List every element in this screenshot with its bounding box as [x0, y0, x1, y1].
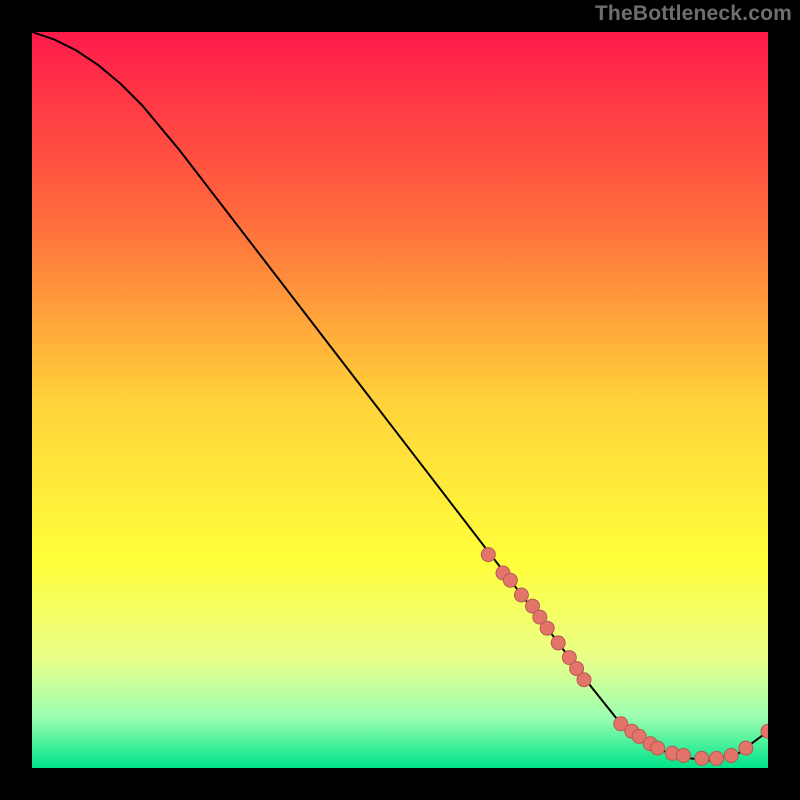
chart-marker: [551, 636, 565, 650]
chart-marker: [514, 588, 528, 602]
chart-svg: [32, 32, 768, 768]
chart-marker: [676, 749, 690, 763]
chart-marker: [695, 751, 709, 765]
chart-marker: [651, 741, 665, 755]
watermark-text: TheBottleneck.com: [595, 2, 792, 26]
plot-area: [32, 32, 768, 768]
chart-container: TheBottleneck.com: [0, 0, 800, 800]
chart-marker: [739, 741, 753, 755]
chart-marker: [577, 673, 591, 687]
chart-marker: [710, 751, 724, 765]
chart-marker: [724, 749, 738, 763]
chart-marker: [481, 548, 495, 562]
chart-marker: [503, 573, 517, 587]
chart-background-gradient: [32, 32, 768, 768]
chart-marker: [540, 621, 554, 635]
